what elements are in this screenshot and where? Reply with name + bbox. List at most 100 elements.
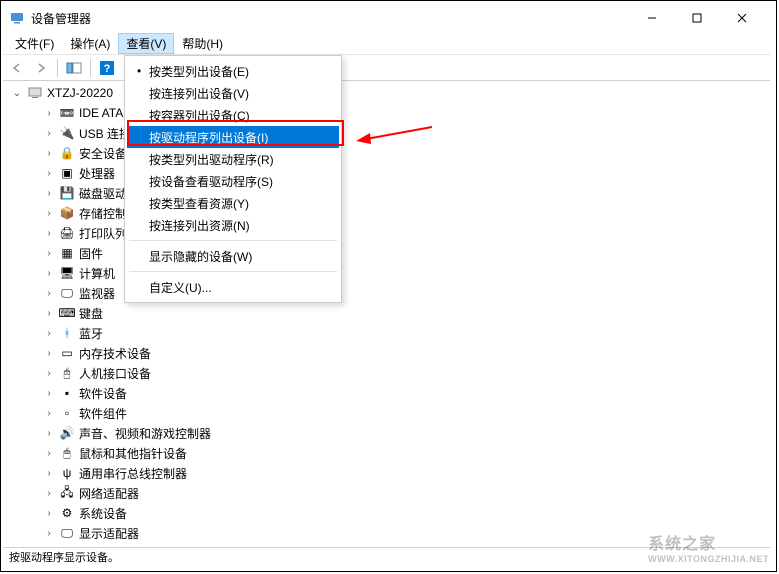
menu-view[interactable]: 查看(V) [118,33,174,54]
tree-item[interactable]: ›▭内存技术设备 [3,343,770,363]
expand-icon[interactable]: › [43,168,55,179]
minimize-button[interactable] [629,4,674,32]
tree-item[interactable]: › 🔒安全设备 [3,143,770,163]
tree-item[interactable]: ›🖰人机接口设备 [3,363,770,383]
menu-devices-by-container[interactable]: 按容器列出设备(C) [127,104,339,126]
menubar: 文件(F) 操作(A) 查看(V) 帮助(H) [3,33,770,55]
tree-item-label: 存储控制 [79,205,127,222]
expand-icon[interactable]: › [43,128,55,139]
tree-item[interactable]: ›🔊声音、视频和游戏控制器 [3,423,770,443]
tree-item-label: 软件设备 [79,385,127,402]
menu-show-hidden[interactable]: 显示隐藏的设备(W) [127,245,339,267]
tree-item-label: 监视器 [79,285,115,302]
expand-icon[interactable]: › [43,308,55,319]
tree-item[interactable]: ›🖨打印队列 [3,223,770,243]
menu-devices-by-driver[interactable]: 按驱动程序列出设备(I) [127,126,339,148]
expand-icon[interactable]: › [43,188,55,199]
menu-resources-by-type[interactable]: 按类型查看资源(Y) [127,192,339,214]
menu-item-label: 按连接列出设备(V) [149,85,249,102]
menu-resources-by-connection[interactable]: 按连接列出资源(N) [127,214,339,236]
back-button[interactable] [5,57,29,79]
expand-icon[interactable]: › [43,108,55,119]
expand-icon[interactable]: › [43,288,55,299]
expand-icon[interactable]: › [43,488,55,499]
show-hide-tree-button[interactable] [62,57,86,79]
expand-icon[interactable]: › [43,368,55,379]
tree-item[interactable]: ›🖱鼠标和其他指针设备 [3,443,770,463]
tree-item[interactable]: › ▪软件设备 [3,383,770,403]
tree-item-label: 内存技术设备 [79,345,151,362]
tree-item[interactable]: ›⚙系统设备 [3,503,770,523]
menu-customize[interactable]: 自定义(U)... [127,276,339,298]
disk-icon: 💾 [59,185,75,201]
tree-item[interactable]: ›ᚼ蓝牙 [3,323,770,343]
menu-item-label: 显示隐藏的设备(W) [149,248,252,265]
expand-icon[interactable]: › [43,148,55,159]
tree-item[interactable]: ›🖵显示适配器 [3,523,770,543]
tree-item[interactable]: ›🖧网络适配器 [3,483,770,503]
menu-item-label: 按设备查看驱动程序(S) [149,173,273,190]
tree-item[interactable]: › ▫软件组件 [3,403,770,423]
tree-item[interactable]: ›⌨键盘 [3,303,770,323]
cpu-icon: ▣ [59,165,75,181]
menu-drivers-by-device[interactable]: 按设备查看驱动程序(S) [127,170,339,192]
system-device-icon: ⚙ [59,505,75,521]
help-button[interactable]: ? [95,57,119,79]
computer-icon [27,85,43,101]
menu-file[interactable]: 文件(F) [7,33,62,54]
tree-item[interactable]: ›🖥计算机 [3,263,770,283]
software-device-icon: ▪ [59,385,75,401]
tree-item-label: 安全设备 [79,145,127,162]
svg-text:?: ? [104,63,111,75]
expand-icon[interactable]: › [43,328,55,339]
keyboard-icon: ⌨ [59,305,75,321]
software-component-icon: ▫ [59,405,75,421]
expand-icon[interactable]: › [43,408,55,419]
security-icon: 🔒 [59,145,75,161]
tree-item-label: 处理器 [79,165,115,182]
tree-item[interactable]: ›📼IDE ATA [3,103,770,123]
expand-icon[interactable]: › [43,228,55,239]
menu-help[interactable]: 帮助(H) [174,33,231,54]
menu-devices-by-connection[interactable]: 按连接列出设备(V) [127,82,339,104]
collapse-icon[interactable]: ⌄ [11,88,23,99]
menu-item-label: 自定义(U)... [149,279,212,296]
menu-action[interactable]: 操作(A) [62,33,118,54]
device-manager-window: 设备管理器 文件(F) 操作(A) 查看(V) 帮助(H) ? ⌄ XTZJ-2… [3,3,770,565]
device-tree[interactable]: ⌄ XTZJ-20220 ›📼IDE ATA ›🔌USB 连接 › 🔒安全设备 ›… [3,81,770,547]
close-button[interactable] [719,4,764,32]
printer-icon: 🖨 [59,225,75,241]
tree-item[interactable]: › 💾磁盘驱动 [3,183,770,203]
tree-item[interactable]: › ▣处理器 [3,163,770,183]
menu-item-label: 按类型列出驱动程序(R) [149,151,274,168]
expand-icon[interactable]: › [43,348,55,359]
tree-root[interactable]: ⌄ XTZJ-20220 [3,83,770,103]
tree-item[interactable]: ›ψ通用串行总线控制器 [3,463,770,483]
tree-item-label: 计算机 [79,265,115,282]
expand-icon[interactable]: › [43,528,55,539]
tree-item[interactable]: › 📦存储控制 [3,203,770,223]
menu-separator [129,240,337,241]
expand-icon[interactable]: › [43,388,55,399]
expand-icon[interactable]: › [43,468,55,479]
expand-icon[interactable]: › [43,248,55,259]
menu-devices-by-type[interactable]: •按类型列出设备(E) [127,60,339,82]
expand-icon[interactable]: › [43,208,55,219]
forward-button[interactable] [29,57,53,79]
menu-drivers-by-type[interactable]: 按类型列出驱动程序(R) [127,148,339,170]
tree-item[interactable]: ›▦固件 [3,243,770,263]
expand-icon[interactable]: › [43,428,55,439]
tree-item[interactable]: ›🖵监视器 [3,283,770,303]
menu-item-label: 按驱动程序列出设备(I) [149,129,268,146]
tree-item[interactable]: ›🔌USB 连接 [3,123,770,143]
storage-icon: 📦 [59,205,75,221]
expand-icon[interactable]: › [43,448,55,459]
maximize-button[interactable] [674,4,719,32]
tree-item-label: 声音、视频和游戏控制器 [79,425,211,442]
hid-icon: 🖰 [59,365,75,381]
tree-item-label: 软件组件 [79,405,127,422]
tree-item-label: 磁盘驱动 [79,185,127,202]
tree-item-label: 网络适配器 [79,485,139,502]
expand-icon[interactable]: › [43,508,55,519]
expand-icon[interactable]: › [43,268,55,279]
